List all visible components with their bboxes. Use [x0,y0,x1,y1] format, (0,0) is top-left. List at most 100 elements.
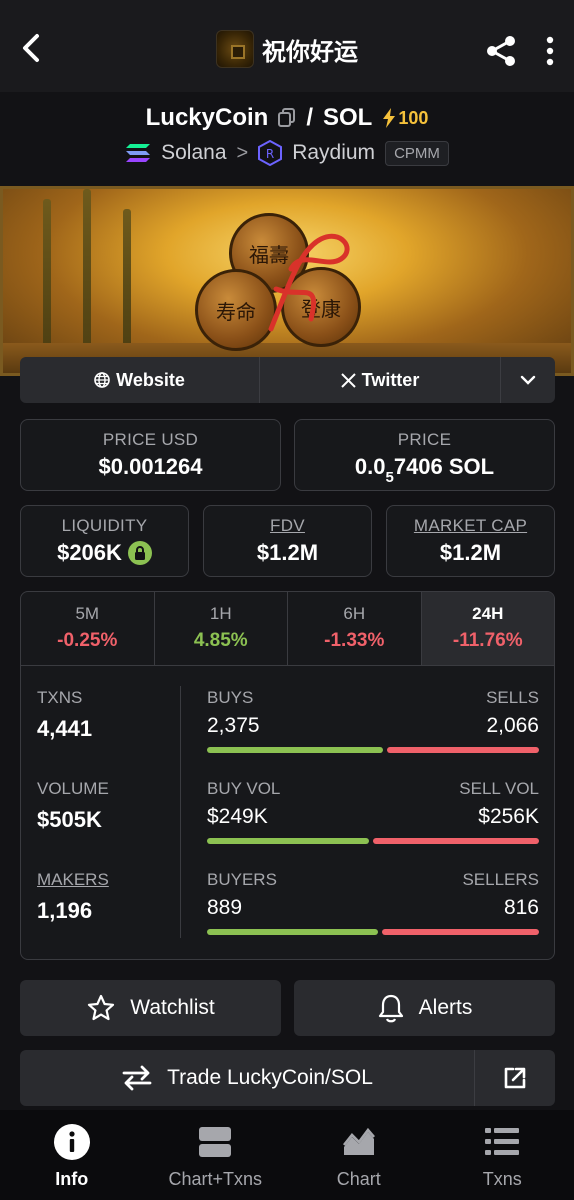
nav-chart[interactable]: Chart [287,1110,431,1200]
tab-6h[interactable]: 6H -1.33% [288,592,422,665]
price-usd-label: PRICE USD [102,430,199,449]
lock-icon[interactable] [127,541,152,565]
tab-change: 4.85% [193,630,248,651]
buys-bar [207,747,383,753]
trade-label: Trade LuckyCoin/SOL [167,1066,373,1089]
timeframe-tabs: 5M -0.25% 1H 4.85% 6H -1.33% 24H -11.76% [21,592,554,666]
trading-stats-panel: 5M -0.25% 1H 4.85% 6H -1.33% 24H -11.76%… [20,591,555,960]
copy-icon[interactable] [278,108,296,128]
buyers-label: BUYERS [207,870,277,889]
twitter-button[interactable]: Twitter [260,357,501,403]
bamboo-stalk [123,209,131,349]
market-cap-value: $1.2M [439,540,502,565]
liquidity-value: $206K [57,540,122,565]
sell-vol-value: $256K [478,805,539,828]
x-logo-icon [340,372,356,388]
social-links-bar: Website Twitter [20,357,555,403]
price-native-value: 0.0 5 7406 SOL [295,454,554,486]
bell-icon [378,994,403,1023]
base-token-name: LuckyCoin [145,104,269,131]
sell-vol-bar [373,838,539,844]
makers-metric: MAKERS 1,196 [37,870,177,959]
tab-label: 6H [343,604,366,623]
chain-dex-line: Solana > R Raydium CPMM [0,140,574,166]
market-cap-label[interactable]: MARKET CAP [387,516,554,536]
dex-name[interactable]: Raydium [292,141,375,165]
market-cap-card: MARKET CAP $1.2M [386,505,555,577]
txns-metric: TXNS 4,441 [37,688,177,779]
watchlist-button[interactable]: Watchlist [20,980,281,1036]
quote-token-name: SOL [322,104,373,131]
tab-change: -0.25% [57,630,118,651]
boost-count: 100 [398,107,429,128]
external-link-icon [504,1067,526,1089]
summary-metrics: TXNS 4,441 VOLUME $505K MAKERS 1,196 [37,688,177,959]
fdv-label[interactable]: FDV [204,516,371,536]
nav-chart-txns[interactable]: Chart+Txns [144,1110,288,1200]
sells-label: SELLS [486,688,539,707]
website-button[interactable]: Website [20,357,260,403]
token-avatar [216,30,254,68]
fdv-card: FDV $1.2M [203,505,372,577]
buy-vol-value: $249K [207,805,268,828]
liquidity-card: LIQUIDITY $206K [20,505,189,577]
nav-info[interactable]: Info [0,1110,144,1200]
red-cord-icon [268,233,350,332]
buys-value: 2,375 [207,714,260,737]
buy-sell-breakdown: BUYS SELLS 2,375 2,066 BUY VOL SELL VOL … [207,688,539,959]
buyers-bar [207,929,378,935]
pair-header: LuckyCoin / SOL 100 [0,104,574,132]
tab-1h[interactable]: 1H 4.85% [155,592,288,665]
makers-label[interactable]: MAKERS [37,870,177,890]
bamboo-stalk [43,199,51,349]
trade-button[interactable]: Trade LuckyCoin/SOL [20,1050,475,1106]
share-icon[interactable] [484,34,518,68]
twitter-label: Twitter [361,369,420,390]
swap-arrows-icon [122,1065,152,1091]
divider [180,686,181,938]
bamboo-stalk [83,189,91,359]
nav-txns[interactable]: Txns [431,1110,574,1200]
chart-icon [340,1123,378,1161]
txns-label: TXNS [37,688,83,707]
pool-type-badge: CPMM [385,140,449,166]
boost-badge[interactable]: 100 [382,108,428,129]
more-links-dropdown[interactable] [501,357,555,403]
volume-value: $505K [37,807,102,832]
pair-slash: / [306,104,313,131]
lightning-icon [383,108,396,128]
bottom-navigation: Info Chart+Txns Chart Txns [0,1110,574,1200]
buy-vol-label: BUY VOL [207,779,281,798]
buy-vol-bar [207,838,369,844]
price-usd-card: PRICE USD $0.001264 [20,419,281,491]
token-banner-image: 福壽 寿命 登康 [0,186,574,376]
price-native-label: PRICE [397,430,452,449]
solana-icon [126,144,151,162]
chain-name[interactable]: Solana [161,141,226,165]
alerts-label: Alerts [418,996,473,1019]
txns-value: 4,441 [37,716,93,741]
split-view-icon [196,1123,234,1161]
star-icon [88,994,115,1021]
more-options-icon[interactable] [540,34,560,68]
liquidity-label: LIQUIDITY [61,516,148,535]
nav-label: Txns [482,1169,522,1189]
website-label: Website [116,369,185,390]
tab-5m[interactable]: 5M -0.25% [21,592,155,665]
sellers-bar [382,929,539,935]
price-native-card: PRICE 0.0 5 7406 SOL [294,419,555,491]
price-prefix: 0.0 [354,454,386,479]
nav-label: Info [55,1169,89,1189]
price-suffix: 7406 SOL [393,454,495,479]
alerts-button[interactable]: Alerts [294,980,555,1036]
sell-vol-label: SELL VOL [459,779,539,798]
raydium-icon: R [258,140,283,166]
svg-text:R: R [266,147,274,161]
tab-24h[interactable]: 24H -11.76% [421,592,554,665]
makers-value: 1,196 [37,898,93,923]
tab-label: 24H [472,604,504,623]
sellers-value: 816 [503,896,539,919]
volume-metric: VOLUME $505K [37,779,177,870]
price-zero-count: 5 [385,469,394,486]
external-link-button[interactable] [475,1050,555,1106]
